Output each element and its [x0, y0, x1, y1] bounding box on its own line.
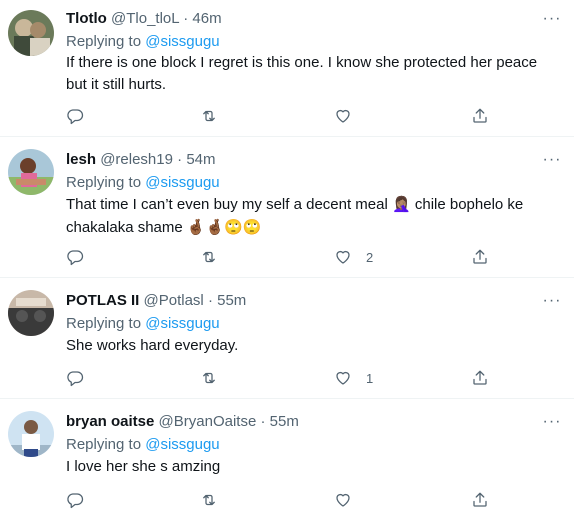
- tweet-text: She works hard everyday.: [66, 337, 239, 354]
- timestamp[interactable]: 54m: [186, 151, 215, 168]
- action-bar: [66, 490, 506, 510]
- reply-button[interactable]: [66, 106, 84, 126]
- like-button[interactable]: [334, 490, 366, 510]
- reply-icon: [67, 371, 84, 387]
- like-icon: [336, 493, 350, 507]
- facepalm-emoji: 🤦🏽‍♀️: [392, 195, 411, 213]
- reply-button[interactable]: [66, 247, 84, 267]
- tweet-header: lesh @relesh19 · 54m: [66, 151, 216, 168]
- tweet-potlas[interactable]: POTLAS II @Potlasl · 55m ··· Replying to…: [0, 278, 574, 399]
- avatar[interactable]: [8, 149, 54, 195]
- display-name[interactable]: Tlotlo: [66, 10, 107, 27]
- retweet-icon: [203, 494, 215, 506]
- reply-feed: Tlotlo @Tlo_tloL · 46m ··· Replying to @…: [0, 0, 574, 523]
- more-icon[interactable]: ···: [540, 11, 564, 32]
- action-bar: 2: [66, 247, 506, 267]
- timestamp[interactable]: 55m: [270, 413, 299, 430]
- more-icon[interactable]: ···: [540, 414, 564, 435]
- like-count: 2: [366, 249, 374, 265]
- tweet-tlotlo[interactable]: Tlotlo @Tlo_tloL · 46m ··· Replying to @…: [0, 0, 574, 137]
- reply-to-handle-link[interactable]: @sissgugu: [145, 315, 219, 332]
- replying-to: Replying to @sissgugu: [66, 33, 220, 50]
- like-icon: [336, 109, 350, 123]
- retweet-button[interactable]: [200, 368, 218, 388]
- share-button[interactable]: [471, 490, 489, 510]
- tweet-text-line1b: chile bophelo ke: [414, 196, 524, 213]
- timestamp[interactable]: 55m: [217, 292, 246, 309]
- user-handle[interactable]: @Potlasl: [144, 292, 204, 309]
- share-button[interactable]: [471, 106, 489, 126]
- user-handle[interactable]: @relesh19: [100, 151, 173, 168]
- tweet-header: POTLAS II @Potlasl · 55m: [66, 292, 246, 309]
- retweet-icon: [203, 110, 215, 122]
- replying-to: Replying to @sissgugu: [66, 436, 220, 453]
- reply-button[interactable]: [66, 368, 84, 388]
- replying-to-label: Replying to: [66, 33, 142, 50]
- replying-to-label: Replying to: [66, 436, 142, 453]
- reply-icon: [67, 493, 84, 509]
- timestamp[interactable]: 46m: [192, 10, 221, 27]
- display-name[interactable]: lesh: [66, 151, 96, 168]
- like-count: 1: [366, 370, 374, 386]
- share-icon: [473, 492, 487, 507]
- tweet-text-line2: chakalaka shame: [66, 219, 183, 236]
- more-icon[interactable]: ···: [540, 293, 564, 314]
- separator-dot: ·: [207, 292, 213, 309]
- separator-dot: ·: [260, 413, 266, 430]
- reply-icon: [67, 250, 84, 266]
- tweet-header: bryan oaitse @BryanOaitse · 55m: [66, 413, 299, 430]
- reply-button[interactable]: [66, 490, 84, 510]
- tweet-text-line1: That time I can’t even buy my self a dec…: [66, 196, 388, 213]
- like-icon: [336, 250, 350, 264]
- replying-to: Replying to @sissgugu: [66, 174, 220, 191]
- replying-to: Replying to @sissgugu: [66, 315, 220, 332]
- avatar[interactable]: [8, 411, 54, 457]
- replying-to-label: Replying to: [66, 315, 142, 332]
- tweet-lesh[interactable]: lesh @relesh19 · 54m ··· Replying to @si…: [0, 137, 574, 278]
- share-button[interactable]: [471, 368, 489, 388]
- reply-icon: [67, 109, 84, 125]
- avatar[interactable]: [8, 10, 54, 56]
- like-button[interactable]: [334, 106, 366, 126]
- separator-dot: ·: [177, 151, 183, 168]
- user-handle[interactable]: @BryanOaitse: [159, 413, 257, 430]
- retweet-icon: [203, 251, 215, 263]
- tweet-header: Tlotlo @Tlo_tloL · 46m: [66, 10, 222, 27]
- retweet-icon: [203, 372, 215, 384]
- share-icon: [473, 370, 487, 385]
- tweet-text: If there is one block I regret is this o…: [66, 54, 538, 93]
- share-icon: [473, 108, 487, 123]
- tweet-text: That time I can’t even buy my self a dec…: [66, 193, 546, 239]
- share-button[interactable]: [471, 247, 489, 267]
- retweet-button[interactable]: [200, 247, 218, 267]
- share-icon: [473, 249, 487, 264]
- like-icon: [336, 371, 350, 385]
- action-bar: [66, 106, 506, 126]
- separator-dot: ·: [183, 10, 189, 27]
- reply-to-handle-link[interactable]: @sissgugu: [145, 436, 219, 453]
- like-button[interactable]: 1: [334, 368, 373, 388]
- display-name[interactable]: bryan oaitse: [66, 413, 154, 430]
- tweet-bryan[interactable]: bryan oaitse @BryanOaitse · 55m ··· Repl…: [0, 399, 574, 523]
- crossed-fingers-eyeroll-emoji: 🤞🏾🤞🏾🙄🙄: [186, 218, 262, 236]
- reply-to-handle-link[interactable]: @sissgugu: [145, 33, 219, 50]
- reply-to-handle-link[interactable]: @sissgugu: [145, 174, 219, 191]
- tweet-text: I love her she s amzing: [66, 458, 221, 475]
- avatar[interactable]: [8, 290, 54, 336]
- action-bar: 1: [66, 368, 506, 388]
- retweet-button[interactable]: [200, 106, 218, 126]
- more-icon[interactable]: ···: [540, 152, 564, 173]
- display-name[interactable]: POTLAS II: [66, 292, 139, 309]
- retweet-button[interactable]: [200, 490, 218, 510]
- like-button[interactable]: 2: [334, 247, 373, 267]
- replying-to-label: Replying to: [66, 174, 142, 191]
- user-handle[interactable]: @Tlo_tloL: [111, 10, 179, 27]
